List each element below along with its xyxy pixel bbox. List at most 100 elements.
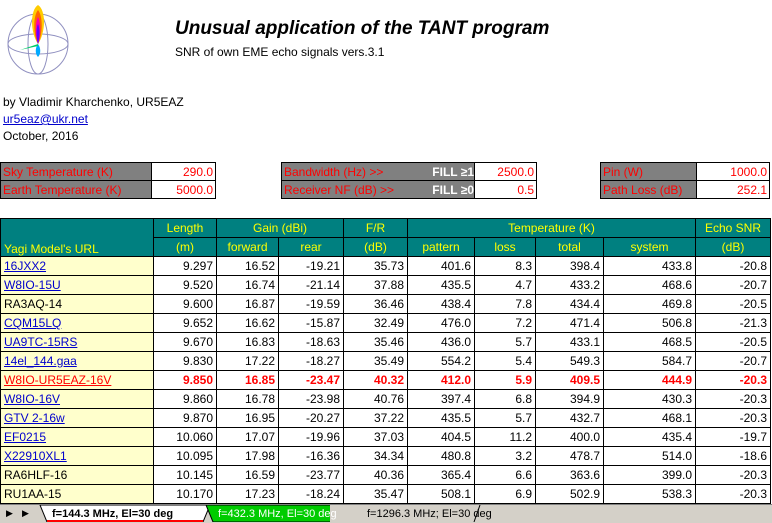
snr-cell: -20.3 [695, 465, 771, 485]
model-link[interactable]: UA9TC-15RS [4, 335, 77, 349]
snr-cell: -20.3 [695, 484, 771, 504]
length-cell: 10.095 [153, 446, 217, 466]
earth-temp-input[interactable]: 5000.0 [151, 181, 215, 198]
loss-cell: 4.7 [474, 275, 536, 295]
model-name-cell[interactable]: 16JXX2 [0, 256, 154, 276]
model-link[interactable]: W8IO-UR5EAZ-16V [4, 373, 111, 387]
model-name-cell: RU1AA-15 [0, 484, 154, 504]
model-name-cell: RA6HLF-16 [0, 465, 154, 485]
model-link[interactable]: GTV 2-16w [4, 411, 65, 425]
total-cell: 502.9 [535, 484, 604, 504]
model-link[interactable]: W8IO-15U [4, 278, 61, 292]
loss-cell: 6.8 [474, 389, 536, 409]
forward-cell: 16.74 [216, 275, 279, 295]
length-cell: 10.145 [153, 465, 217, 485]
total-cell: 433.1 [535, 332, 604, 352]
fr-cell: 35.73 [343, 256, 408, 276]
sheet-tab-bar: ▶ ▶ f=144.3 MHz, El=30 deg f=432.3 MHz, … [0, 504, 772, 523]
tab-divider-icon [473, 505, 481, 522]
length-cell: 10.170 [153, 484, 217, 504]
rear-cell: -19.59 [278, 294, 344, 314]
table-row: CQM15LQ 9.652 16.62 -15.87 32.49 476.0 7.2 471.… [0, 313, 771, 333]
model-name-cell[interactable]: W8IO-UR5EAZ-16V [0, 370, 154, 390]
pattern-cell: 508.1 [407, 484, 475, 504]
system-header: system [603, 237, 696, 257]
model-name-cell[interactable]: UA9TC-15RS [0, 332, 154, 352]
model-name-cell[interactable]: X22910XL1 [0, 446, 154, 466]
pin-input[interactable]: 1000.0 [696, 163, 769, 180]
pin-label: Pin (W) [601, 163, 698, 180]
snr-cell: -19.7 [695, 427, 771, 447]
fr-cell: 35.49 [343, 351, 408, 371]
total-cell: 394.9 [535, 389, 604, 409]
system-cell: 444.9 [603, 370, 696, 390]
snr-unit-header: (dB) [695, 237, 771, 257]
total-header: total [535, 237, 604, 257]
model-link[interactable]: 16JXX2 [4, 259, 46, 273]
model-link[interactable]: EF0215 [4, 430, 46, 444]
receiver-nf-fill-hint: FILL ≥0 [432, 182, 474, 197]
tab-144mhz[interactable]: f=144.3 MHz, El=30 deg [40, 505, 210, 522]
rear-cell: -18.27 [278, 351, 344, 371]
snr-cell: -20.7 [695, 351, 771, 371]
fr-cell: 32.49 [343, 313, 408, 333]
prev-sheet-arrow-icon[interactable]: ▶ [6, 508, 13, 519]
author-line: by Vladimir Kharchenko, UR5EAZ [3, 95, 184, 109]
fr-cell: 35.47 [343, 484, 408, 504]
table-header-row: Yagi Model's URL Length Gain (dBi) F/R T… [0, 218, 771, 257]
loss-cell: 5.7 [474, 408, 536, 428]
model-name-cell[interactable]: 14el_144.gaa [0, 351, 154, 371]
bandwidth-param: Bandwidth (Hz) >> FILL ≥1 2500.0 [281, 162, 537, 181]
fr-cell: 36.46 [343, 294, 408, 314]
sky-temp-input[interactable]: 290.0 [151, 163, 215, 180]
earth-temp-label: Earth Temperature (K) [1, 181, 153, 198]
path-loss-label: Path Loss (dB) [601, 181, 698, 198]
receiver-nf-input[interactable]: 0.5 [474, 181, 536, 198]
rear-cell: -15.87 [278, 313, 344, 333]
snr-header: Echo SNR [695, 218, 771, 238]
bandwidth-input[interactable]: 2500.0 [474, 163, 536, 180]
forward-header: forward [216, 237, 279, 257]
model-name-cell[interactable]: W8IO-16V [0, 389, 154, 409]
total-cell: 409.5 [535, 370, 604, 390]
table-row: RA3AQ-14 9.600 16.87 -19.59 36.46 438.4 7.8 434… [0, 294, 771, 314]
next-sheet-arrow-icon[interactable]: ▶ [22, 508, 29, 519]
table-row: 14el_144.gaa 9.830 17.22 -18.27 35.49 554.2 5.… [0, 351, 771, 371]
length-cell: 9.652 [153, 313, 217, 333]
forward-cell: 16.52 [216, 256, 279, 276]
model-link[interactable]: W8IO-16V [4, 392, 60, 406]
length-cell: 9.520 [153, 275, 217, 295]
model-link[interactable]: X22910XL1 [4, 449, 67, 463]
length-header: Length [153, 218, 217, 238]
antenna-table: Yagi Model's URL Length Gain (dBi) F/R T… [0, 218, 771, 504]
total-cell: 478.7 [535, 446, 604, 466]
page-subtitle: SNR of own EME echo signals vers.3.1 [175, 45, 385, 59]
table-row: W8IO-16V 9.860 16.78 -23.98 40.76 397.4 6.8 394… [0, 389, 771, 409]
model-link[interactable]: 14el_144.gaa [4, 354, 77, 368]
rear-cell: -19.96 [278, 427, 344, 447]
fr-cell: 40.32 [343, 370, 408, 390]
forward-cell: 16.78 [216, 389, 279, 409]
snr-cell: -20.3 [695, 370, 771, 390]
length-cell: 10.060 [153, 427, 217, 447]
path-loss-input[interactable]: 252.1 [696, 181, 769, 198]
model-link[interactable]: CQM15LQ [4, 316, 61, 330]
table-body: 16JXX2 9.297 16.52 -19.21 35.73 401.6 8.3 398.4… [0, 256, 771, 504]
model-name-cell[interactable]: GTV 2-16w [0, 408, 154, 428]
tab-432mhz[interactable]: f=432.3 MHz, El=30 deg [206, 505, 352, 522]
receiver-nf-param: Receiver NF (dB) >> FILL ≥0 0.5 [281, 180, 537, 199]
email-link[interactable]: ur5eaz@ukr.net [3, 112, 88, 126]
pattern-cell: 412.0 [407, 370, 475, 390]
rear-cell: -23.77 [278, 465, 344, 485]
model-name-cell[interactable]: W8IO-15U [0, 275, 154, 295]
rear-cell: -21.14 [278, 275, 344, 295]
model-name-cell[interactable]: EF0215 [0, 427, 154, 447]
rear-cell: -23.47 [278, 370, 344, 390]
length-cell: 9.670 [153, 332, 217, 352]
temperature-header: Temperature (K) [407, 218, 696, 238]
model-name-cell[interactable]: CQM15LQ [0, 313, 154, 333]
system-cell: 468.6 [603, 275, 696, 295]
table-row: UA9TC-15RS 9.670 16.83 -18.63 35.46 436.0 5.7 4… [0, 332, 771, 352]
length-cell: 9.870 [153, 408, 217, 428]
pattern-cell: 404.5 [407, 427, 475, 447]
